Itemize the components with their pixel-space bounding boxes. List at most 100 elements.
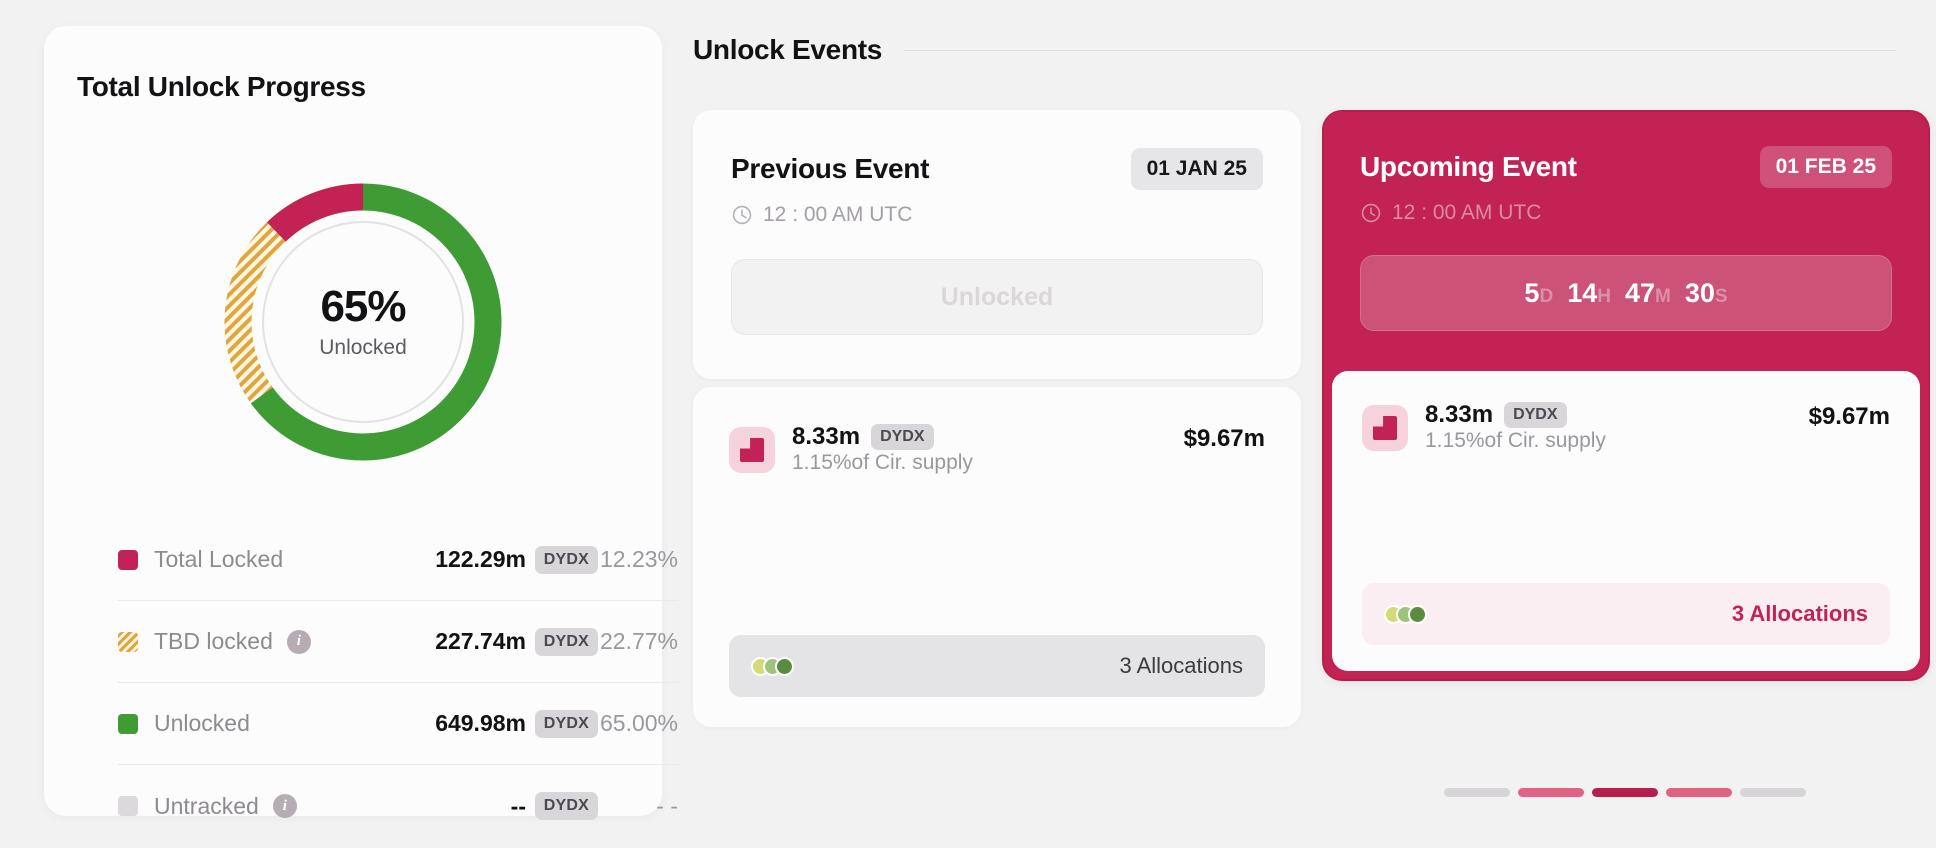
allocation-info: 8.33m DYDX 1.15%of Cir. supply bbox=[792, 423, 1184, 475]
allocation-amount: 8.33m bbox=[1425, 401, 1494, 428]
pagination-bar[interactable] bbox=[1740, 788, 1806, 797]
legend-percent: 65.00% bbox=[599, 710, 678, 736]
previous-event-body-card[interactable]: 8.33m DYDX 1.15%of Cir. supply $9.67m 3 … bbox=[693, 387, 1301, 727]
swatch-untracked bbox=[118, 796, 138, 816]
allocation-usd-value: $9.67m bbox=[1183, 425, 1265, 452]
legend-ticker: DYDX bbox=[534, 627, 598, 656]
total-unlock-progress-card: Total Unlock Progress 65% Unlocked Total… bbox=[44, 26, 678, 820]
legend-ticker: DYDX bbox=[534, 709, 598, 738]
legend-amount: -- bbox=[510, 792, 526, 819]
upcoming-event-date-badge: 01 FEB 25 bbox=[1759, 146, 1892, 188]
donut-percent-value: 65% bbox=[320, 281, 406, 331]
unlock-legend: Total Locked 122.29m DYDX 12.23% TBD loc… bbox=[118, 519, 678, 847]
countdown-hours: 14H bbox=[1567, 278, 1611, 309]
allocations-count-label: 3 Allocations bbox=[1119, 653, 1243, 678]
countdown-minutes: 47M bbox=[1625, 278, 1671, 309]
allocation-amount: 8.33m bbox=[792, 423, 861, 450]
upcoming-event-name: Upcoming Event bbox=[1360, 151, 1577, 182]
previous-event-column: Previous Event 01 JAN 25 12 : 00 AM UTC … bbox=[693, 110, 1301, 727]
allocation-supply-share: 1.15%of Cir. supply bbox=[1425, 429, 1606, 452]
info-icon[interactable]: i bbox=[286, 629, 311, 654]
unlock-dashboard: Total Unlock Progress 65% Unlocked Total… bbox=[0, 0, 1936, 848]
countdown-seconds: 30S bbox=[1685, 278, 1728, 309]
legend-row-tbd-locked[interactable]: TBD locked i 227.74m DYDX 22.77% bbox=[118, 601, 678, 683]
allocation-usd-value: $9.67m bbox=[1808, 403, 1890, 430]
legend-amount: 227.74m bbox=[435, 628, 526, 654]
legend-percent: 12.23% bbox=[599, 546, 678, 572]
upcoming-event-time-row: 12 : 00 AM UTC bbox=[1360, 201, 1892, 225]
pagination-bar[interactable] bbox=[1518, 788, 1584, 797]
countdown-minutes-value: 47 bbox=[1624, 277, 1656, 308]
swatch-unlocked bbox=[118, 713, 138, 734]
allocation-amount-row: 8.33m DYDX bbox=[792, 423, 1184, 451]
upcoming-allocations-footer[interactable]: 3 Allocations bbox=[1362, 583, 1890, 645]
allocation-supply-share: 1.15%of Cir. supply bbox=[792, 451, 973, 474]
allocation-amount-row: 8.33m DYDX bbox=[1425, 401, 1809, 429]
allocation-info: 8.33m DYDX 1.15%of Cir. supply bbox=[1425, 401, 1809, 453]
pagination-bar[interactable] bbox=[1444, 788, 1510, 797]
countdown-timer: 5D 14H 47M 30S bbox=[1360, 255, 1892, 331]
upcoming-event-allocation-row: 8.33m DYDX 1.15%of Cir. supply $9.67m bbox=[1362, 401, 1890, 453]
unlocked-status-label: Unlocked bbox=[940, 282, 1054, 311]
legend-percent: 22.77% bbox=[599, 628, 678, 654]
legend-label: Unlocked bbox=[154, 710, 250, 736]
legend-amount: 649.98m bbox=[435, 710, 526, 736]
upcoming-event-card[interactable]: Upcoming Event 01 FEB 25 12 : 00 AM UTC … bbox=[1322, 110, 1930, 681]
clock-icon bbox=[1361, 203, 1381, 223]
legend-label: Total Locked bbox=[154, 546, 284, 572]
allocation-dot bbox=[1408, 604, 1427, 624]
swatch-total-locked bbox=[118, 549, 138, 570]
countdown-hours-unit: H bbox=[1597, 285, 1611, 307]
clock-icon bbox=[732, 205, 752, 225]
section-title: Unlock Events bbox=[693, 34, 883, 65]
info-icon[interactable]: i bbox=[272, 794, 297, 818]
allocation-dot bbox=[775, 656, 794, 676]
donut-center: 65% Unlocked bbox=[262, 221, 464, 423]
legend-row-total-locked[interactable]: Total Locked 122.29m DYDX 12.23% bbox=[118, 519, 678, 601]
countdown-days-value: 5 bbox=[1524, 277, 1540, 308]
dydx-token-icon bbox=[729, 427, 775, 473]
header-divider bbox=[904, 49, 1896, 51]
upcoming-event-top-row: Upcoming Event 01 FEB 25 bbox=[1360, 146, 1892, 188]
legend-amount: 122.29m bbox=[435, 546, 526, 572]
legend-row-unlocked[interactable]: Unlocked 649.98m DYDX 65.00% bbox=[118, 683, 678, 765]
countdown-seconds-unit: S bbox=[1714, 285, 1728, 307]
allocation-ticker: DYDX bbox=[871, 424, 934, 450]
countdown-seconds-value: 30 bbox=[1684, 277, 1715, 308]
allocations-count-label: 3 Allocations bbox=[1731, 601, 1868, 626]
dydx-token-icon bbox=[1362, 405, 1408, 451]
legend-row-untracked[interactable]: Untracked i -- DYDX - - bbox=[118, 765, 678, 847]
unlocked-status-button: Unlocked bbox=[731, 259, 1263, 335]
previous-event-top-row: Previous Event 01 JAN 25 bbox=[731, 148, 1263, 190]
countdown-hours-value: 14 bbox=[1567, 277, 1598, 308]
legend-label: TBD locked bbox=[154, 628, 273, 654]
upcoming-event-column: Upcoming Event 01 FEB 25 12 : 00 AM UTC … bbox=[1322, 110, 1930, 681]
upcoming-event-body: 8.33m DYDX 1.15%of Cir. supply $9.67m 3 … bbox=[1332, 371, 1920, 671]
previous-event-time-row: 12 : 00 AM UTC bbox=[731, 203, 1263, 227]
pagination-bar-active[interactable] bbox=[1592, 788, 1658, 797]
countdown-days: 5D bbox=[1524, 278, 1553, 309]
upcoming-event-header: Upcoming Event 01 FEB 25 12 : 00 AM UTC … bbox=[1324, 112, 1928, 371]
previous-event-name: Previous Event bbox=[731, 153, 930, 184]
page-title: Total Unlock Progress bbox=[77, 71, 366, 102]
legend-percent: - - bbox=[656, 792, 678, 819]
allocation-dots bbox=[751, 656, 794, 676]
previous-event-header-card[interactable]: Previous Event 01 JAN 25 12 : 00 AM UTC … bbox=[693, 110, 1301, 379]
carousel-pagination[interactable] bbox=[1444, 788, 1806, 797]
countdown-minutes-unit: M bbox=[1655, 285, 1671, 307]
previous-event-date-badge: 01 JAN 25 bbox=[1130, 148, 1263, 190]
swatch-tbd-locked bbox=[118, 631, 138, 652]
unlock-events-header: Unlock Events bbox=[693, 30, 1896, 70]
legend-ticker: DYDX bbox=[534, 792, 598, 820]
countdown-days-unit: D bbox=[1539, 285, 1554, 307]
previous-event-allocation-row: 8.33m DYDX 1.15%of Cir. supply $9.67m bbox=[729, 423, 1265, 475]
donut-percent-label: Unlocked bbox=[319, 335, 407, 359]
legend-label: Untracked bbox=[154, 792, 259, 819]
previous-event-time: 12 : 00 AM UTC bbox=[763, 203, 913, 226]
unlock-donut-chart: 65% Unlocked bbox=[213, 172, 513, 472]
allocation-ticker: DYDX bbox=[1504, 402, 1567, 428]
upcoming-event-time: 12 : 00 AM UTC bbox=[1392, 201, 1542, 224]
allocation-dots bbox=[1384, 604, 1427, 624]
previous-allocations-footer[interactable]: 3 Allocations bbox=[729, 635, 1265, 697]
pagination-bar[interactable] bbox=[1666, 788, 1732, 797]
